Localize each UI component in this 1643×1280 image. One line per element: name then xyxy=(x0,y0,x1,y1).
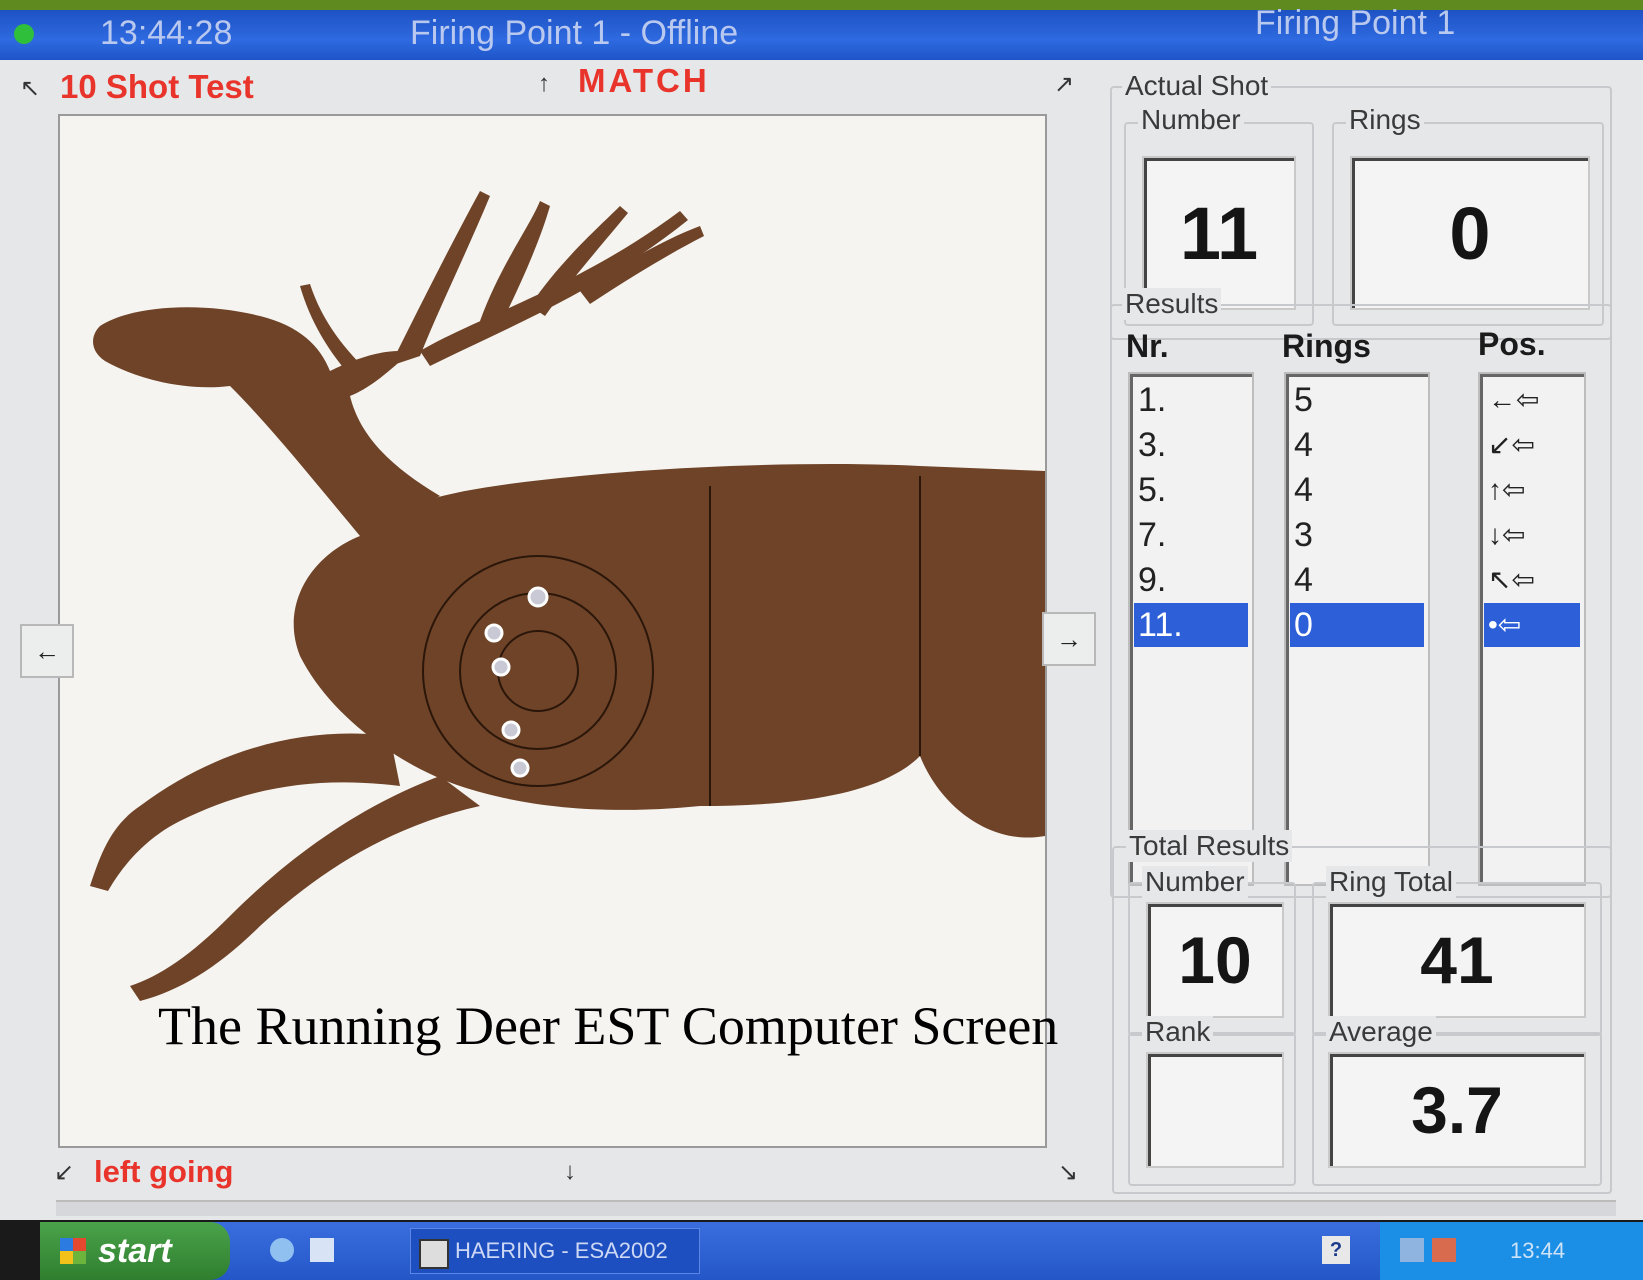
col-rings-header: Rings xyxy=(1282,328,1371,364)
arrow-up-right-icon[interactable]: ↗ xyxy=(1042,62,1086,106)
firing-point-title: Firing Point 1 xyxy=(1255,4,1456,42)
app-window: ↖ 10 Shot Test ↑ MATCH ↗ ← → ↙ left goin… xyxy=(0,60,1643,1220)
direction-label: left going xyxy=(94,1154,234,1189)
help-icon[interactable]: ? xyxy=(1322,1236,1350,1264)
title-bar: 13:44:28 Firing Point 1 - Offline Firing… xyxy=(0,4,1643,60)
results-rings-list[interactable]: 5 4 4 3 4 0 xyxy=(1284,372,1430,886)
deer-leg-shape xyxy=(90,733,400,891)
arrow-up-left-icon[interactable]: ↖ xyxy=(8,66,52,110)
results-pos-list[interactable]: ←⇦ ↙⇦ ↑⇦ ↓⇦ ↖⇦ •⇦ xyxy=(1478,372,1586,886)
window-title: Firing Point 1 - Offline xyxy=(410,14,739,52)
windows-logo-icon xyxy=(60,1238,86,1264)
col-nr-header: Nr. xyxy=(1126,328,1169,364)
running-deer-target xyxy=(90,191,1045,1001)
list-item[interactable]: 9. xyxy=(1134,558,1248,602)
shot-hole xyxy=(527,586,549,608)
caption-overlay: The Running Deer EST Computer Screen xyxy=(158,996,1059,1056)
list-item-selected[interactable]: 0 xyxy=(1290,603,1424,647)
actual-shot-rings: 0 xyxy=(1350,156,1590,310)
total-number-label: Number xyxy=(1142,866,1248,898)
taskbar: start HAERING - ESA2002 ? 13:44 xyxy=(40,1222,1643,1280)
total-results-legend: Total Results xyxy=(1126,830,1293,862)
list-item[interactable]: 4 xyxy=(1290,423,1424,467)
list-item[interactable]: 3 xyxy=(1290,513,1424,557)
taskbar-app-button[interactable]: HAERING - ESA2002 xyxy=(410,1228,700,1274)
shot-hole xyxy=(491,657,511,677)
arrow-right-button[interactable]: → xyxy=(1042,612,1096,666)
arrow-down-icon[interactable]: ↓ xyxy=(548,1150,592,1194)
ring-total-value: 41 xyxy=(1328,902,1586,1018)
arrow-up-icon[interactable]: ↑ xyxy=(522,62,566,106)
deer-body-shape xyxy=(293,464,1045,838)
arrow-down-left-icon[interactable]: ↙ xyxy=(42,1150,86,1194)
status-dot-icon xyxy=(14,24,34,44)
list-item[interactable]: 5. xyxy=(1134,468,1248,512)
position-arrow-icon[interactable]: ↓⇦ xyxy=(1484,513,1580,557)
desktop-icon[interactable] xyxy=(310,1238,334,1262)
clock-display: 13:44:28 xyxy=(100,14,233,52)
list-item[interactable]: 3. xyxy=(1134,423,1248,467)
list-item-selected[interactable]: 11. xyxy=(1134,603,1248,647)
app-icon xyxy=(419,1239,449,1269)
list-item[interactable]: 1. xyxy=(1134,378,1248,422)
shot-hole xyxy=(510,758,530,778)
rank-label: Rank xyxy=(1142,1016,1214,1048)
match-type-label: MATCH xyxy=(578,62,710,99)
shot-mode-label: 10 Shot Test xyxy=(60,68,254,105)
actual-shot-legend: Actual Shot xyxy=(1122,70,1272,102)
list-item[interactable]: 4 xyxy=(1290,468,1424,512)
position-arrow-icon[interactable]: ↖⇦ xyxy=(1484,558,1580,602)
position-arrow-icon[interactable]: •⇦ xyxy=(1484,603,1580,647)
shot-hole xyxy=(501,720,521,740)
arrow-down-right-icon[interactable]: ↘ xyxy=(1046,1150,1090,1194)
rank-value xyxy=(1146,1052,1284,1168)
results-nr-list[interactable]: 1. 3. 5. 7. 9. 11. xyxy=(1128,372,1254,886)
target-view xyxy=(58,114,1047,1148)
average-value: 3.7 xyxy=(1328,1052,1586,1168)
network-icon[interactable] xyxy=(1400,1238,1424,1262)
results-legend: Results xyxy=(1122,288,1222,320)
col-pos-header: Pos. xyxy=(1478,326,1546,362)
start-button[interactable]: start xyxy=(40,1222,230,1280)
volume-icon[interactable] xyxy=(1432,1238,1456,1262)
position-arrow-icon[interactable]: ↙⇦ xyxy=(1484,423,1580,467)
system-tray: 13:44 xyxy=(1380,1222,1643,1280)
list-item[interactable]: 5 xyxy=(1290,378,1424,422)
number-label: Number xyxy=(1138,104,1244,136)
position-arrow-icon[interactable]: ←⇦ xyxy=(1484,378,1580,422)
taskbar-app-label: HAERING - ESA2002 xyxy=(455,1238,668,1263)
status-strip xyxy=(56,1200,1616,1216)
position-arrow-icon[interactable]: ↑⇦ xyxy=(1484,468,1580,512)
list-item[interactable]: 4 xyxy=(1290,558,1424,602)
tray-clock: 13:44 xyxy=(1510,1238,1566,1263)
deer-head-shape xyxy=(93,307,441,536)
ie-icon[interactable] xyxy=(270,1238,294,1262)
average-label: Average xyxy=(1326,1016,1436,1048)
rings-label: Rings xyxy=(1346,104,1424,136)
shot-hole xyxy=(484,623,504,643)
total-number-value: 10 xyxy=(1146,902,1284,1018)
list-item[interactable]: 7. xyxy=(1134,513,1248,557)
actual-shot-number: 11 xyxy=(1142,156,1296,310)
ring-total-label: Ring Total xyxy=(1326,866,1457,898)
start-label: start xyxy=(98,1231,172,1270)
arrow-left-button[interactable]: ← xyxy=(20,624,74,678)
